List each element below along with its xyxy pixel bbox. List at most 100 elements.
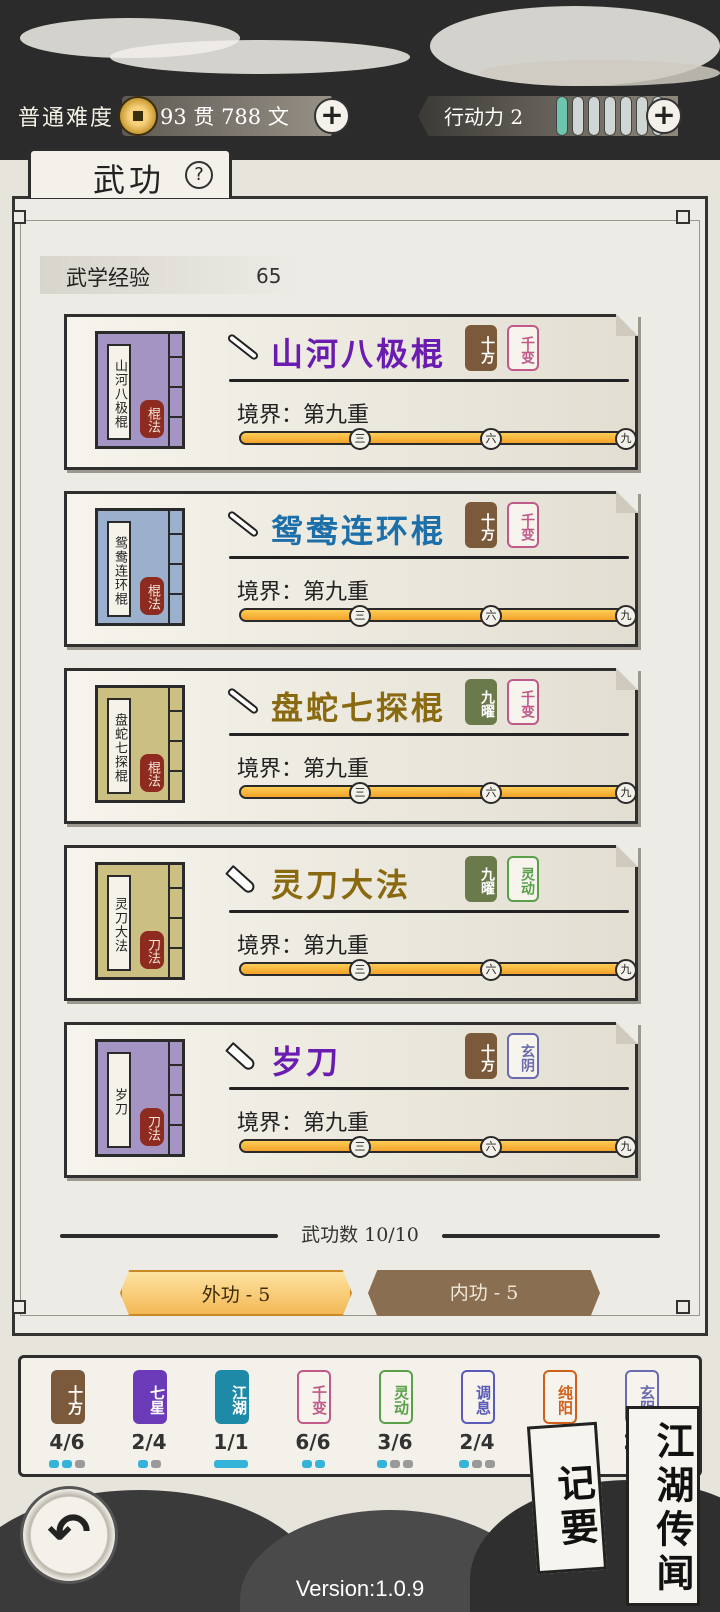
set-tag[interactable]: 十方: [465, 1033, 497, 1079]
add-energy-button[interactable]: +: [646, 98, 682, 134]
book-seal: 棍法: [140, 754, 164, 792]
skill-card[interactable]: 鸳鸯连环棍 棍法 鸳鸯连环棍 十方 千变 境界：第九重 三 六 九: [64, 491, 638, 647]
set-tag: 江湖: [215, 1370, 249, 1424]
version-label: Version:1.0.9: [295, 1576, 425, 1601]
set-count: 2/4: [131, 1430, 167, 1454]
blade-icon: [225, 1041, 257, 1073]
skill-name: 山河八极棍: [271, 335, 447, 373]
tab-title: 武功: [93, 161, 166, 199]
money-text: 93 贯 788 文: [160, 105, 289, 129]
set-progress-dots: [195, 1460, 267, 1468]
skill-card[interactable]: 岁刀 刀法 岁刀 十方 玄阴 境界：第九重 三 六 九: [64, 1022, 638, 1178]
skill-name: 灵刀大法: [271, 866, 412, 904]
set-tag[interactable]: 灵动: [507, 856, 539, 902]
milestone-marker: 九: [615, 605, 637, 627]
milestone-marker: 六: [480, 959, 502, 981]
book-seal: 棍法: [140, 577, 164, 615]
set-tag[interactable]: 千变: [507, 325, 539, 371]
milestone-marker: 九: [615, 1136, 637, 1158]
blade-icon: [225, 864, 257, 896]
experience-value: 65: [256, 264, 282, 288]
book-title: 灵刀大法: [107, 875, 131, 971]
realm-progress-bar: 三六九: [239, 782, 637, 804]
set-tag[interactable]: 九曜: [465, 679, 497, 725]
milestone-marker: 三: [349, 605, 371, 627]
set-count: 4/6: [49, 1430, 85, 1454]
book-title: 鸳鸯连环棍: [107, 521, 131, 617]
set-tag[interactable]: 玄阴: [507, 1033, 539, 1079]
skill-book-icon: 灵刀大法 刀法: [95, 862, 185, 980]
difficulty-label: 普通难度: [18, 106, 115, 131]
skill-book-icon: 盘蛇七探棍 棍法: [95, 685, 185, 803]
skill-card[interactable]: 盘蛇七探棍 棍法 盘蛇七探棍 九曜 千变 境界：第九重 三 六 九: [64, 668, 638, 824]
set-tag: 七星: [133, 1370, 167, 1424]
energy-bar: [620, 96, 632, 136]
energy-bar: [588, 96, 600, 136]
set-count: 6/6: [295, 1430, 331, 1454]
set-counter[interactable]: 十方 4/6: [31, 1358, 103, 1476]
name-underline: [229, 733, 629, 736]
milestone-marker: 三: [349, 959, 371, 981]
milestone-marker: 三: [349, 1136, 371, 1158]
realm-progress-bar: 三六九: [239, 605, 637, 627]
set-tag[interactable]: 千变: [507, 502, 539, 548]
set-counter[interactable]: 千变 6/6: [277, 1358, 349, 1476]
energy-bar: [556, 96, 568, 136]
back-button[interactable]: ↶: [20, 1486, 118, 1584]
cloud-decoration: [480, 60, 720, 86]
book-seal: 刀法: [140, 1108, 164, 1146]
skill-count: 武功数 10/10: [301, 1224, 419, 1246]
book-seal: 刀法: [140, 931, 164, 969]
set-counter[interactable]: 调息 2/4: [441, 1358, 513, 1476]
inner-skills-button[interactable]: 内功 - 5: [368, 1270, 600, 1316]
realm-label: 境界：第九重: [237, 1111, 370, 1136]
set-tag: 千变: [297, 1370, 331, 1424]
set-tag: 调息: [461, 1370, 495, 1424]
set-count: 2/4: [459, 1430, 495, 1454]
energy-bar: [572, 96, 584, 136]
set-count: 3/6: [377, 1430, 413, 1454]
name-underline: [229, 910, 629, 913]
book-seal: 棍法: [140, 400, 164, 438]
milestone-marker: 六: [480, 605, 502, 627]
milestone-marker: 三: [349, 782, 371, 804]
outer-skills-button[interactable]: 外功 - 5: [120, 1270, 352, 1316]
book-title: 岁刀: [107, 1052, 131, 1148]
skill-name: 鸳鸯连环棍: [271, 512, 447, 550]
set-progress-dots: [359, 1460, 431, 1468]
name-underline: [229, 1087, 629, 1090]
set-counter[interactable]: 江湖 1/1: [195, 1358, 267, 1476]
skill-book-icon: 岁刀 刀法: [95, 1039, 185, 1157]
set-counter[interactable]: 七星 2/4: [113, 1358, 185, 1476]
experience-label: 武学经验: [66, 266, 150, 290]
coin-icon: [118, 96, 158, 136]
skill-card[interactable]: 山河八极棍 棍法 山河八极棍 十方 千变 境界：第九重 三 六 九: [64, 314, 638, 470]
tab-martial-arts[interactable]: 武功 ?: [28, 148, 232, 199]
help-icon[interactable]: ?: [185, 161, 213, 189]
skill-card[interactable]: 灵刀大法 刀法 灵刀大法 九曜 灵动 境界：第九重 三 六 九: [64, 845, 638, 1001]
corner-ornament: [12, 210, 26, 224]
corner-ornament: [12, 1300, 26, 1314]
set-progress-dots: [277, 1460, 349, 1468]
realm-label: 境界：第九重: [237, 403, 370, 428]
corner-ornament: [676, 210, 690, 224]
milestone-marker: 六: [480, 428, 502, 450]
notes-button[interactable]: 记要: [526, 1421, 608, 1575]
set-tag[interactable]: 十方: [465, 502, 497, 548]
staff-icon: [226, 509, 260, 539]
set-counter[interactable]: 灵动 3/6: [359, 1358, 431, 1476]
set-tag[interactable]: 千变: [507, 679, 539, 725]
set-tag[interactable]: 九曜: [465, 856, 497, 902]
set-progress-dots: [441, 1460, 513, 1468]
set-tag: 纯阳: [543, 1370, 577, 1424]
set-tag[interactable]: 十方: [465, 325, 497, 371]
realm-progress-bar: 三六九: [239, 428, 637, 450]
realm-progress-bar: 三六九: [239, 1136, 637, 1158]
skill-name: 盘蛇七探棍: [271, 689, 447, 727]
add-money-button[interactable]: +: [314, 98, 350, 134]
book-title: 盘蛇七探棍: [107, 698, 131, 794]
name-underline: [229, 379, 629, 382]
realm-label: 境界：第九重: [237, 580, 370, 605]
set-progress-dots: [31, 1460, 103, 1468]
realm-label: 境界：第九重: [237, 757, 370, 782]
